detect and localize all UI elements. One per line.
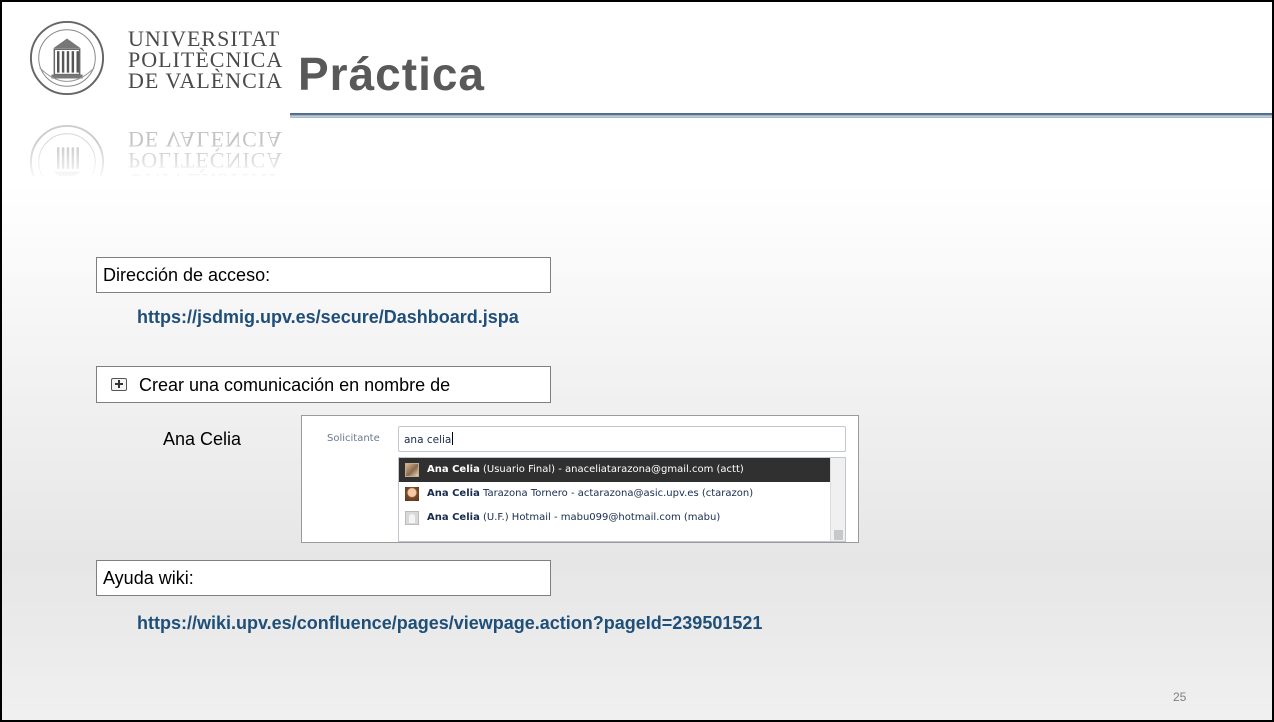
requester-field-label: Solicitante bbox=[327, 433, 380, 444]
university-line-3: DE VALÈNCIA bbox=[128, 68, 284, 93]
university-seal-icon bbox=[29, 20, 105, 96]
user-avatar-icon bbox=[405, 487, 419, 501]
dashboard-link[interactable]: https://jsdmig.upv.es/secure/Dashboard.j… bbox=[137, 307, 519, 328]
title-divider bbox=[290, 113, 1272, 118]
plus-box-icon bbox=[111, 377, 127, 391]
user-avatar-icon bbox=[405, 463, 419, 477]
wiki-link[interactable]: https://wiki.upv.es/confluence/pages/vie… bbox=[137, 613, 762, 634]
option-name: Ana Celia bbox=[427, 488, 480, 499]
requester-input[interactable]: ana celia bbox=[398, 426, 846, 452]
option-name: Ana Celia bbox=[427, 464, 480, 475]
access-label-box: Dirección de acceso: bbox=[96, 257, 551, 293]
requester-option[interactable]: Ana Celia (U.F.) Hotmail - mabu099@hotma… bbox=[399, 506, 845, 530]
university-name: UNIVERSITAT POLITÈCNICA DE VALÈNCIA bbox=[128, 26, 284, 93]
create-communication-label: Crear una comunicación en nombre de bbox=[139, 375, 451, 395]
option-details: (U.F.) Hotmail - mabu099@hotmail.com (ma… bbox=[479, 512, 721, 523]
default-avatar-icon bbox=[405, 511, 419, 525]
option-details: (Usuario Final) - anaceliatarazona@gmail… bbox=[479, 464, 744, 475]
slide: UNIVERSITAT POLITÈCNICA DE VALÈNCIA UNIV… bbox=[0, 0, 1274, 722]
requester-option[interactable]: Ana Celia (Usuario Final) - anaceliatara… bbox=[399, 458, 845, 482]
create-communication-button[interactable]: Crear una comunicación en nombre de bbox=[96, 366, 551, 403]
reflection-fade bbox=[8, 142, 290, 182]
requester-dropdown: Ana Celia (Usuario Final) - anaceliatara… bbox=[398, 457, 846, 542]
requester-option[interactable]: Ana Celia Tarazona Tornero - actarazona@… bbox=[399, 482, 845, 506]
university-line-2: POLITÈCNICA bbox=[128, 47, 284, 72]
option-details: Tarazona Tornero - actarazona@asic.upv.e… bbox=[479, 488, 754, 499]
scrollbar-thumb[interactable] bbox=[834, 530, 843, 540]
university-line-1: UNIVERSITAT bbox=[128, 26, 281, 51]
requester-screenshot: Solicitante ana celia Ana Celia (Usuario… bbox=[301, 415, 859, 543]
help-label-box: Ayuda wiki: bbox=[96, 560, 551, 596]
text-caret bbox=[452, 432, 454, 445]
page-number: 25 bbox=[1173, 690, 1187, 704]
help-label: Ayuda wiki: bbox=[103, 568, 194, 588]
option-name: Ana Celia bbox=[427, 512, 480, 523]
slide-title: Práctica bbox=[298, 48, 486, 100]
requester-name-label: Ana Celia bbox=[163, 429, 242, 449]
university-logo: UNIVERSITAT POLITÈCNICA DE VALÈNCIA bbox=[8, 8, 290, 112]
access-label: Dirección de acceso: bbox=[103, 265, 271, 285]
dropdown-scrollbar[interactable] bbox=[830, 458, 845, 541]
requester-input-value: ana celia bbox=[404, 434, 452, 446]
